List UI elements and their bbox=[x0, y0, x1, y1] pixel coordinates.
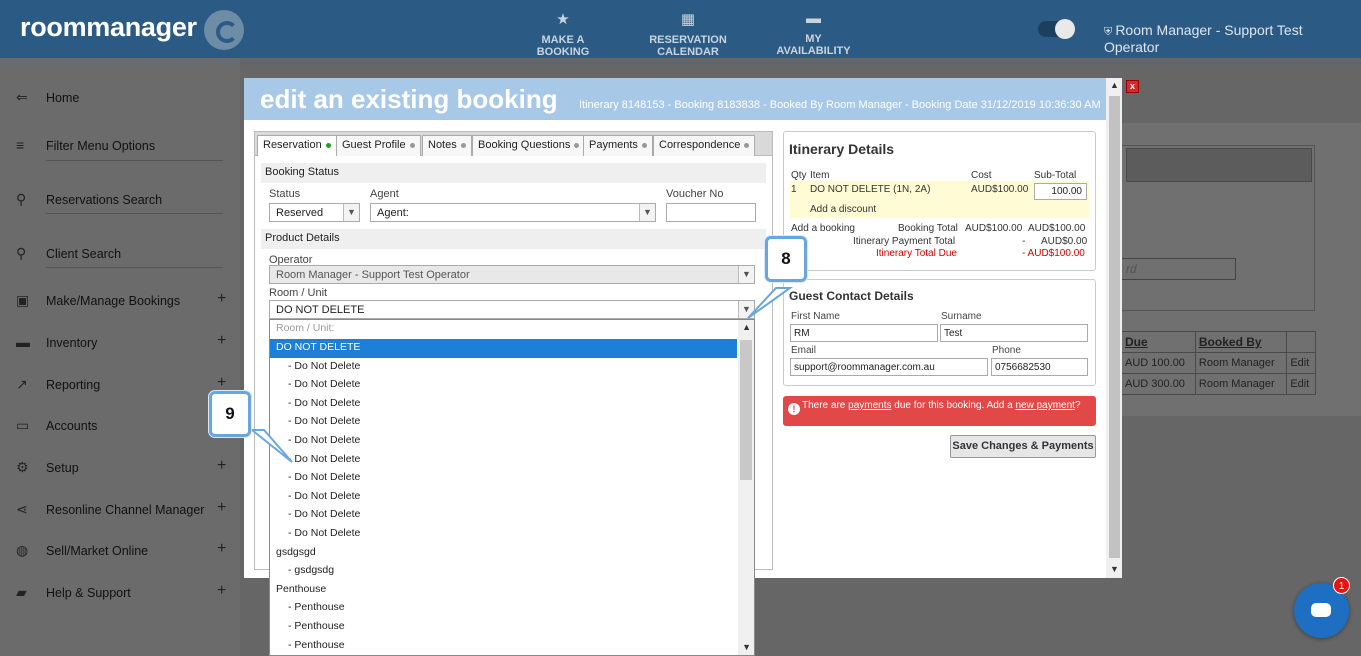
callout-8: 8 bbox=[765, 236, 807, 282]
callout-pointers bbox=[249, 287, 794, 463]
chat-notification-badge: 1 bbox=[1333, 577, 1350, 594]
callout-9: 9 bbox=[209, 391, 251, 437]
